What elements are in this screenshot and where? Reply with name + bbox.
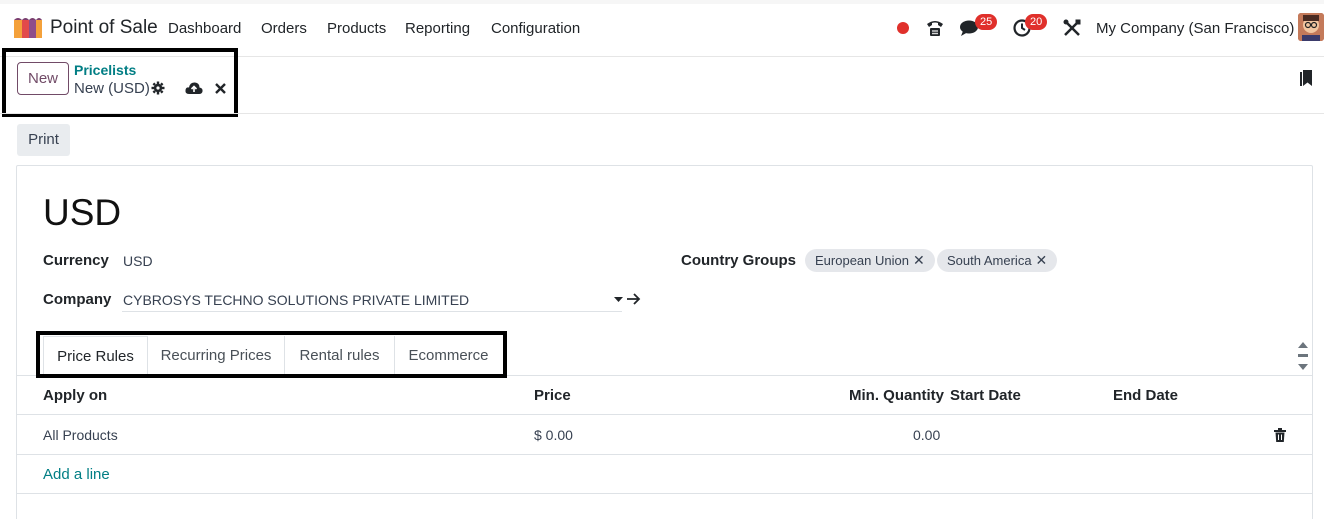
tools-icon[interactable] [1063, 19, 1081, 37]
menu-orders[interactable]: Orders [261, 20, 307, 37]
header-divider [16, 414, 1313, 415]
cell-price[interactable]: $ 0.00 [534, 427, 573, 443]
chat-badge: 25 [975, 14, 998, 30]
breadcrumb-pricelists[interactable]: Pricelists [74, 62, 136, 78]
status-dot-icon[interactable] [897, 22, 909, 34]
cell-apply-on[interactable]: All Products [43, 427, 118, 443]
app-name[interactable]: Point of Sale [50, 17, 158, 39]
gear-icon[interactable] [151, 81, 165, 95]
bookmark-icon[interactable] [1300, 70, 1314, 88]
trash-icon[interactable] [1274, 428, 1286, 442]
company-switcher[interactable]: My Company (San Francisco) [1096, 20, 1294, 37]
highlight-box-tabs [36, 331, 507, 378]
column-header-end-date[interactable]: End Date [1113, 387, 1178, 404]
menu-configuration[interactable]: Configuration [491, 20, 580, 37]
company-label: Company [43, 291, 112, 308]
column-header-min-quantity[interactable]: Min. Quantity [849, 387, 944, 404]
tag-label: European Union [815, 253, 909, 268]
top-strip [0, 0, 1324, 4]
add-line-link[interactable]: Add a line [43, 466, 110, 483]
country-groups-label: Country Groups [681, 252, 796, 269]
menu-reporting[interactable]: Reporting [405, 20, 470, 37]
cloud-upload-icon[interactable] [185, 81, 203, 95]
tag-european-union[interactable]: European Union ✕ [805, 249, 935, 272]
tag-south-america[interactable]: South America ✕ [937, 249, 1058, 272]
scroll-arrows-icon[interactable] [1298, 340, 1308, 372]
row-divider [16, 454, 1313, 455]
cell-min-quantity[interactable]: 0.00 [913, 427, 940, 443]
company-field-underline [122, 311, 622, 312]
arrow-right-icon[interactable] [627, 293, 641, 305]
menu-products[interactable]: Products [327, 20, 386, 37]
column-header-apply-on[interactable]: Apply on [43, 387, 107, 404]
row-divider [16, 493, 1313, 494]
control-panel-divider [0, 113, 1324, 114]
avatar[interactable] [1298, 13, 1324, 41]
company-field[interactable]: CYBROSYS TECHNO SOLUTIONS PRIVATE LIMITE… [123, 292, 469, 308]
chevron-down-icon[interactable] [614, 297, 623, 303]
print-button[interactable]: Print [17, 124, 70, 156]
currency-field[interactable]: USD [123, 253, 153, 269]
phone-icon[interactable] [925, 18, 945, 38]
pos-app-icon[interactable] [14, 16, 42, 38]
column-header-price[interactable]: Price [534, 387, 571, 404]
new-button[interactable]: New [17, 62, 69, 95]
tag-label: South America [947, 253, 1032, 268]
tag-remove-icon[interactable]: ✕ [913, 252, 925, 268]
pricelist-name[interactable]: USD [43, 192, 121, 234]
tag-remove-icon[interactable]: ✕ [1036, 252, 1048, 268]
menu-dashboard[interactable]: Dashboard [168, 20, 241, 37]
column-header-start-date[interactable]: Start Date [950, 387, 1021, 404]
close-icon[interactable] [215, 83, 226, 94]
activity-badge: 20 [1025, 14, 1048, 30]
record-name: New (USD) [74, 80, 150, 97]
currency-label: Currency [43, 252, 109, 269]
